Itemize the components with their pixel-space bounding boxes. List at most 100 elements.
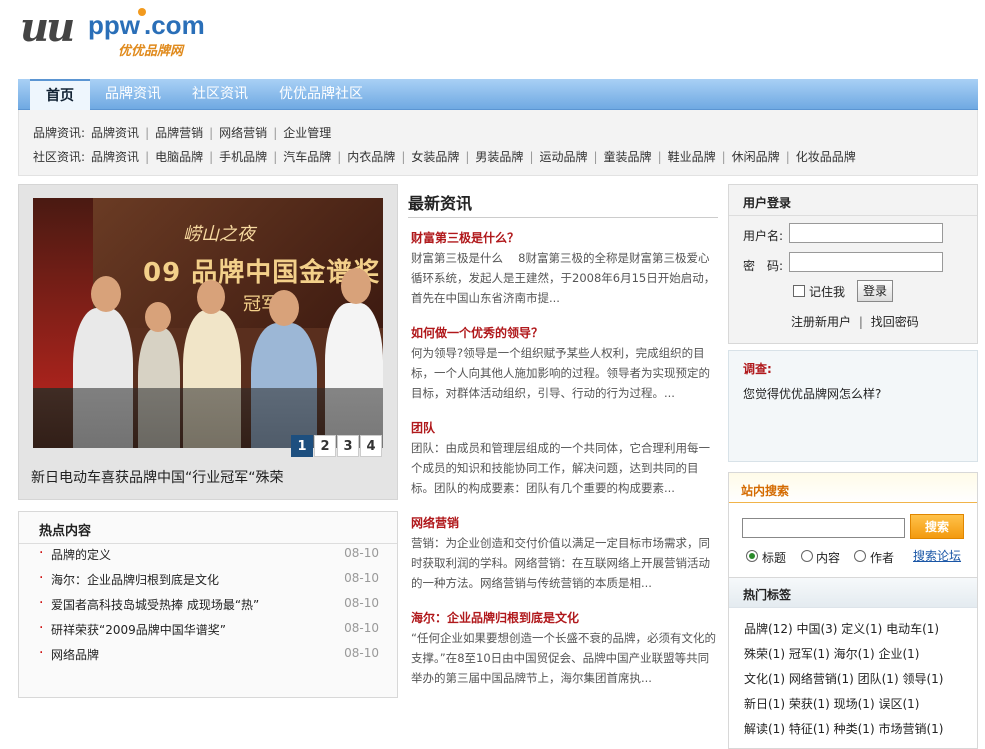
news-article-title[interactable]: 财富第三极是什么？ <box>411 228 717 248</box>
subnav-separator: | <box>337 150 342 164</box>
subnav-separator: | <box>145 150 150 164</box>
subnav-link[interactable]: 化妆品品牌 <box>796 150 856 164</box>
site-search-box: 站内搜索 搜索 标题 内容 作者 搜索论坛 <box>728 472 978 578</box>
tag-row[interactable]: 新日(1) 荣获(1) 现场(1) 误区(1) <box>744 695 919 712</box>
hot-item[interactable]: · 网络品牌 08-10 <box>39 645 379 666</box>
login-button[interactable]: 登录 <box>857 280 893 302</box>
subnav-link[interactable]: 品牌资讯 <box>91 126 139 140</box>
subnav-link[interactable]: 女装品牌 <box>411 150 459 164</box>
hot-item-date: 08-10 <box>344 621 379 635</box>
subnav-link[interactable]: 电脑品牌 <box>155 150 203 164</box>
radio-author[interactable] <box>854 550 866 562</box>
tag-row[interactable]: 殊荣(1) 冠军(1) 海尔(1) 企业(1) <box>744 645 919 662</box>
news-article-summary: 团队：由成员和管理层组成的一个共同体，它合理利用每一个成员的知识和技能协同工作，… <box>411 441 710 495</box>
search-input[interactable] <box>742 518 905 538</box>
news-article-title[interactable]: 团队 <box>411 418 717 438</box>
tab-brand-community[interactable]: 优优品牌社区 <box>279 79 363 110</box>
hot-item-title[interactable]: 品牌的定义 <box>51 546 111 563</box>
tag-row[interactable]: 解读(1) 特征(1) 种类(1) 市场营销(1) <box>744 720 943 737</box>
news-article-summary: 营销：为企业创造和交付价值以满足一定目标市场需求，同时获取利润的学科。网络营销：… <box>411 536 710 590</box>
pager-3[interactable]: 3 <box>337 435 359 457</box>
subnav-link[interactable]: 运动品牌 <box>539 150 587 164</box>
radio-content[interactable] <box>801 550 813 562</box>
hot-item-date: 08-10 <box>344 571 379 585</box>
pager-1[interactable]: 1 <box>291 435 313 457</box>
password-input[interactable] <box>789 252 943 272</box>
divider <box>729 215 977 216</box>
bullet-icon: · <box>39 620 44 636</box>
tab-community-news[interactable]: 社区资讯 <box>192 79 248 110</box>
subnav-link[interactable]: 童装品牌 <box>604 150 652 164</box>
subnav-link[interactable]: 男装品牌 <box>475 150 523 164</box>
hot-item-title[interactable]: 研祥荣获“2009品牌中国华谱奖” <box>51 621 226 638</box>
hot-item[interactable]: · 品牌的定义 08-10 <box>39 545 379 566</box>
slideshow-caption[interactable]: 新日电动车喜获品牌中国“行业冠军“殊荣 <box>31 467 284 487</box>
hot-item[interactable]: · 研祥荣获“2009品牌中国华谱奖” 08-10 <box>39 620 379 641</box>
photo-head <box>197 280 225 314</box>
subnav-link[interactable]: 品牌资讯 <box>91 150 139 164</box>
news-article: 团队团队：由成员和管理层组成的一个共同体，它合理利用每一个成员的知识和技能协同工… <box>411 418 717 498</box>
survey-question[interactable]: 您觉得优优品牌网怎么样? <box>743 385 881 402</box>
hot-item[interactable]: · 海尔：企业品牌归根到底是文化 08-10 <box>39 570 379 591</box>
tag-row[interactable]: 文化(1) 网络营销(1) 团队(1) 领导(1) <box>744 670 943 687</box>
tab-brand-news[interactable]: 品牌资讯 <box>105 79 161 110</box>
login-box: 用户登录 用户名: 密 码: 记住我 登录 注册新用户 | 找回密码 <box>728 184 978 344</box>
hot-content-box: 热点内容 · 品牌的定义 08-10 · 海尔：企业品牌归根到底是文化 08-10 · 爱… <box>18 511 398 698</box>
photo-head <box>145 302 171 332</box>
logo-cn: 优优品牌网 <box>118 44 184 59</box>
link-separator: | <box>858 315 863 329</box>
search-title-bar: 站内搜索 <box>729 473 977 503</box>
register-link[interactable]: 注册新用户 <box>791 315 851 329</box>
subnav-row-label: 社区资讯: <box>33 150 86 164</box>
sub-nav: 品牌资讯: 品牌资讯 | 品牌营销 | 网络营销 | 企业管理 社区资讯: 品牌资讯 | 电脑品牌 |… <box>18 110 978 176</box>
tab-home[interactable]: 首页 <box>30 79 90 110</box>
hot-item[interactable]: · 爱国者高科技岛城受热捧 成现场最“热” 08-10 <box>39 595 379 616</box>
subnav-separator: | <box>273 150 278 164</box>
hot-item-date: 08-10 <box>344 596 379 610</box>
site-logo[interactable]: uu ppw .com 优优品牌网 <box>18 0 205 72</box>
search-forum-link[interactable]: 搜索论坛 <box>913 547 961 564</box>
hot-item-title[interactable]: 爱国者高科技岛城受热捧 成现场最“热” <box>51 596 259 613</box>
news-article: 海尔：企业品牌归根到底是文化 “任何企业如果要想创造一个长盛不衰的品牌，必须有文化… <box>411 608 717 688</box>
subnav-link[interactable]: 休闲品牌 <box>732 150 780 164</box>
divider <box>408 217 718 218</box>
subnav-link[interactable]: 鞋业品牌 <box>668 150 716 164</box>
subnav-separator: | <box>465 150 470 164</box>
photo-head <box>91 276 121 312</box>
subnav-link[interactable]: 汽车品牌 <box>283 150 331 164</box>
news-article-title[interactable]: 如何做一个优秀的领导？ <box>411 323 717 343</box>
slideshow-photo[interactable]: 崂山之夜 09 品牌中国金谱奖 冠军 <box>33 198 383 448</box>
hot-content-title: 热点内容 <box>39 524 92 539</box>
subnav-separator: | <box>209 150 214 164</box>
hot-item-title[interactable]: 海尔：企业品牌归根到底是文化 <box>51 571 219 588</box>
subnav-link[interactable]: 手机品牌 <box>219 150 267 164</box>
subnav-link[interactable]: 网络营销 <box>219 126 267 140</box>
remember-checkbox[interactable] <box>793 285 805 297</box>
search-title: 站内搜索 <box>741 484 790 498</box>
subnav-row-brand: 品牌资讯: 品牌资讯 | 品牌营销 | 网络营销 | 企业管理 <box>33 124 331 141</box>
photo-head <box>341 268 371 304</box>
banner-text-1: 崂山之夜 <box>183 224 255 245</box>
pager-2[interactable]: 2 <box>314 435 336 457</box>
subnav-separator: | <box>657 150 662 164</box>
subnav-link[interactable]: 内衣品牌 <box>347 150 395 164</box>
subnav-separator: | <box>593 150 598 164</box>
forgot-password-link[interactable]: 找回密码 <box>871 315 919 329</box>
news-article-title[interactable]: 网络营销 <box>411 513 717 533</box>
pager-4[interactable]: 4 <box>360 435 382 457</box>
subnav-link[interactable]: 企业管理 <box>283 126 331 140</box>
subnav-link[interactable]: 品牌营销 <box>155 126 203 140</box>
survey-title: 调查: <box>743 362 772 376</box>
tag-row[interactable]: 品牌(12) 中国(3) 定义(1) 电动车(1) <box>744 620 939 637</box>
news-article: 如何做一个优秀的领导？ 何为领导?领导是一个组织赋予某些人权利，完成组织的目标，一… <box>411 323 717 403</box>
bullet-icon: · <box>39 595 44 611</box>
hot-item-title[interactable]: 网络品牌 <box>51 646 99 663</box>
radio-title[interactable] <box>746 550 758 562</box>
subnav-separator: | <box>529 150 534 164</box>
username-input[interactable] <box>789 223 943 243</box>
news-article-title[interactable]: 海尔：企业品牌归根到底是文化 <box>411 608 717 628</box>
search-button[interactable]: 搜索 <box>910 514 964 539</box>
subnav-separator: | <box>145 126 150 140</box>
tags-title: 热门标签 <box>743 588 792 602</box>
subnav-row-label: 品牌资讯: <box>33 126 86 140</box>
